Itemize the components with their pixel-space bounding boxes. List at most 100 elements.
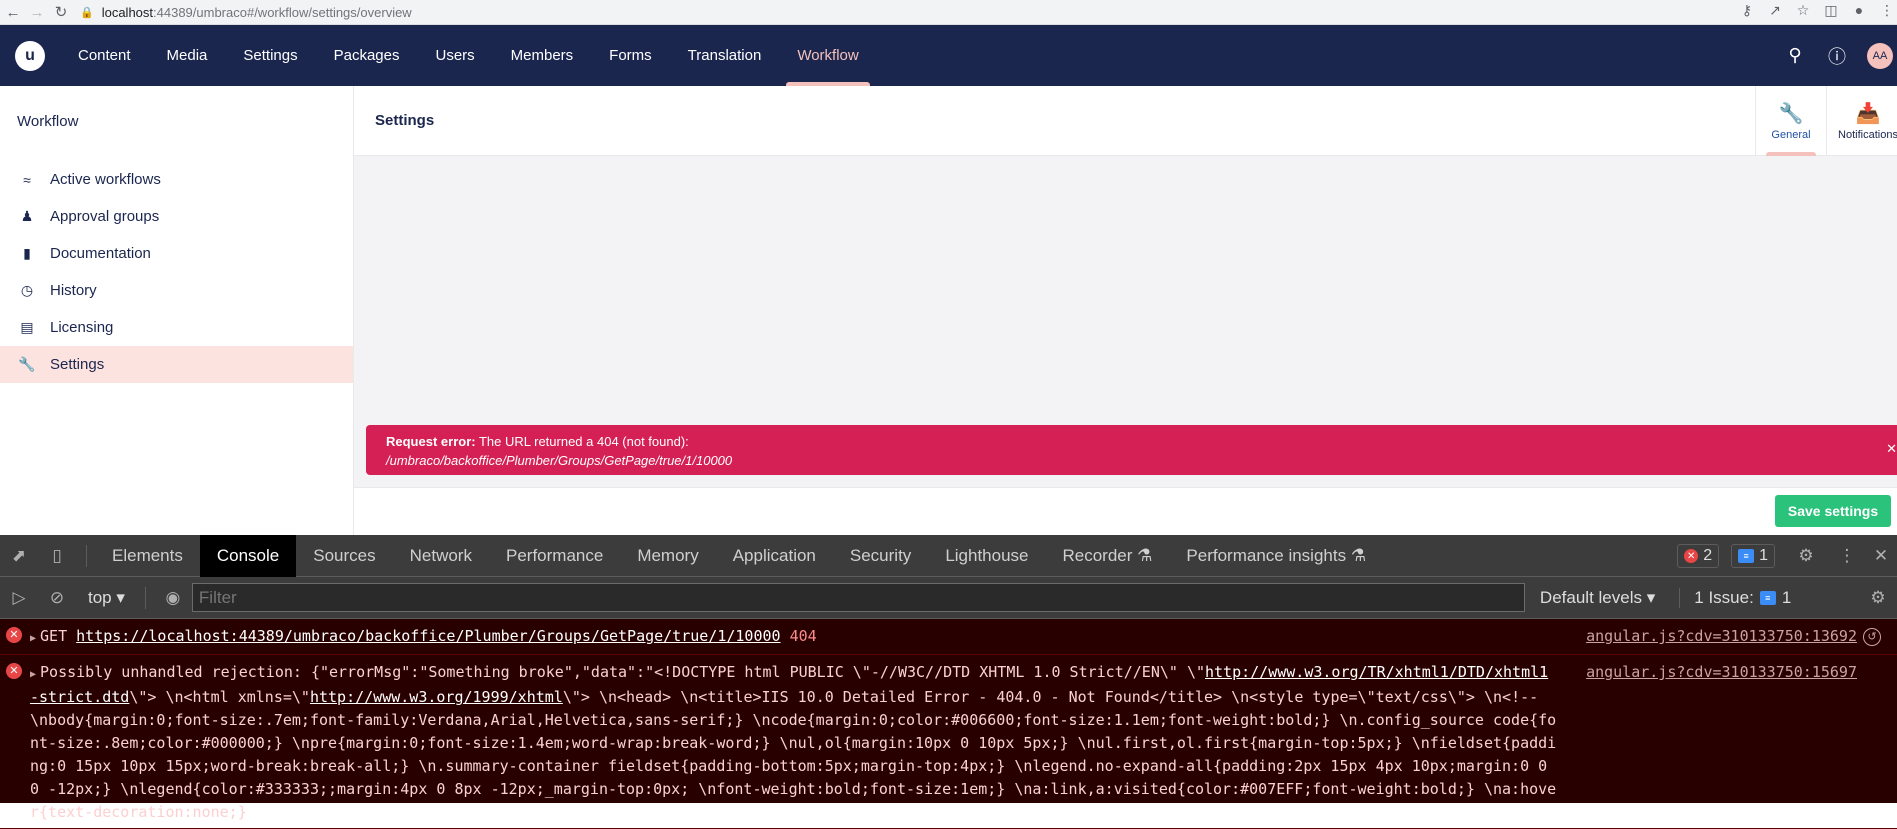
sidepanel-icon[interactable]: ◫ bbox=[1821, 2, 1841, 19]
tab-console[interactable]: Console bbox=[199, 534, 297, 577]
back-icon[interactable]: ← bbox=[2, 1, 24, 23]
save-settings-button[interactable]: Save settings bbox=[1775, 495, 1891, 527]
close-icon[interactable]: ✕ bbox=[1886, 439, 1897, 458]
section-nav: Content Media Settings Packages Users Me… bbox=[67, 25, 884, 86]
error-count-badge[interactable]: ✕ 2 bbox=[1677, 544, 1720, 568]
filter-input[interactable] bbox=[191, 583, 1525, 612]
expand-icon[interactable]: ▶ bbox=[30, 669, 36, 680]
eye-icon[interactable]: ◉ bbox=[154, 588, 192, 608]
star-icon[interactable]: ☆ bbox=[1793, 2, 1813, 19]
levels-value: Default levels bbox=[1539, 587, 1642, 607]
tab-performance[interactable]: Performance bbox=[489, 535, 620, 577]
error-text: Possibly unhandled rejection: {"errorMsg… bbox=[40, 663, 1205, 681]
inbox-icon: 📥 bbox=[1855, 103, 1881, 125]
tab-recorder[interactable]: Recorder ⚗ bbox=[1046, 535, 1170, 577]
log-levels-select[interactable]: Default levels ▾ bbox=[1540, 588, 1655, 608]
error-icon: ✕ bbox=[6, 627, 22, 643]
source-link[interactable]: angular.js?cdv=310133750:13692 bbox=[1582, 625, 1857, 648]
error-count: 2 bbox=[1703, 547, 1713, 564]
tree-item-active-workflows[interactable]: ≈ Active workflows bbox=[0, 161, 353, 198]
tree-title[interactable]: Workflow bbox=[17, 113, 78, 130]
network-icon[interactable]: ↺ bbox=[1863, 628, 1881, 646]
workflow-icon: ≈ bbox=[23, 171, 31, 188]
message-count-badge[interactable]: ≡ 1 bbox=[1731, 544, 1775, 568]
help-icon[interactable]: ⓘ bbox=[1825, 43, 1849, 69]
wrench-icon: 🔧 bbox=[18, 356, 36, 372]
tree-item-label: History bbox=[50, 282, 97, 299]
section-members[interactable]: Members bbox=[500, 25, 585, 86]
menu-icon[interactable]: ⋮ bbox=[1877, 2, 1897, 19]
reload-icon[interactable]: ↻ bbox=[50, 1, 72, 23]
device-toolbar-icon[interactable]: ▯ bbox=[38, 546, 76, 566]
lock-icon: 🔒 bbox=[80, 6, 94, 19]
address-bar[interactable]: 🔒 localhost:44389/umbraco#/workflow/sett… bbox=[80, 1, 1640, 23]
source-link[interactable]: angular.js?cdv=310133750:15697 bbox=[1582, 661, 1857, 684]
section-translation[interactable]: Translation bbox=[677, 25, 773, 86]
editor-panel: Settings 🔧 General 📥 Notifications Reque… bbox=[354, 86, 1897, 535]
tab-sources[interactable]: Sources bbox=[296, 535, 392, 577]
section-media[interactable]: Media bbox=[156, 25, 219, 86]
tab-network[interactable]: Network bbox=[393, 535, 489, 577]
error-icon: ✕ bbox=[6, 663, 22, 679]
section-users[interactable]: Users bbox=[424, 25, 485, 86]
url-path: :44389/umbraco#/workflow/settings/overvi… bbox=[153, 4, 412, 20]
flask-icon: ⚗ bbox=[1137, 545, 1153, 565]
tab-elements[interactable]: Elements bbox=[95, 535, 200, 577]
more-icon[interactable]: ⋮ bbox=[1837, 546, 1857, 566]
key-icon[interactable]: ⚷ bbox=[1737, 2, 1757, 19]
issues-count: 1 bbox=[1781, 587, 1792, 607]
gear-icon[interactable]: ⚙ bbox=[1787, 546, 1825, 566]
tree-item-history[interactable]: ◷ History bbox=[0, 272, 353, 309]
status-code: 404 bbox=[789, 627, 817, 645]
profile-icon[interactable]: ● bbox=[1849, 2, 1869, 19]
forward-icon[interactable]: → bbox=[26, 1, 48, 23]
license-icon: ▤ bbox=[20, 319, 34, 335]
umbraco-logo[interactable]: u bbox=[15, 40, 45, 71]
context-select[interactable]: top ▾ bbox=[88, 588, 125, 608]
tab-application[interactable]: Application bbox=[716, 535, 833, 577]
request-method: GET bbox=[40, 627, 68, 645]
tree-item-licensing[interactable]: ▤ Licensing bbox=[0, 309, 353, 346]
book-icon: ▮ bbox=[23, 245, 31, 261]
tab-memory[interactable]: Memory bbox=[620, 535, 715, 577]
console-error-row[interactable]: ✕ ▶ GET https://localhost:44389/umbraco/b… bbox=[0, 619, 1897, 655]
page-title: Settings bbox=[375, 112, 435, 129]
issues-label: 1 Issue: bbox=[1694, 587, 1754, 607]
request-url-link[interactable]: https://localhost:44389/umbraco/backoffi… bbox=[76, 627, 780, 645]
section-settings[interactable]: Settings bbox=[232, 25, 308, 86]
share-icon[interactable]: ↗ bbox=[1765, 2, 1785, 19]
section-content[interactable]: Content bbox=[67, 25, 142, 86]
tree-item-approval-groups[interactable]: ♟ Approval groups bbox=[0, 198, 353, 235]
expand-icon[interactable]: ▶ bbox=[30, 633, 36, 644]
message-count: 1 bbox=[1759, 547, 1768, 564]
avatar[interactable]: AA bbox=[1867, 42, 1893, 69]
tree-item-documentation[interactable]: ▮ Documentation bbox=[0, 235, 353, 272]
editor-footer: Save settings bbox=[354, 487, 1897, 535]
issues-button[interactable]: 1 Issue: ≡ 1 bbox=[1679, 587, 1792, 608]
error-text: \"> \n<html xmlns=\" bbox=[129, 688, 310, 706]
xmlns-link[interactable]: http://www.w3.org/1999/xhtml bbox=[310, 688, 563, 706]
tab-general[interactable]: 🔧 General bbox=[1755, 86, 1827, 156]
tree-item-label: Settings bbox=[50, 356, 105, 373]
console-output: ✕ ▶ GET https://localhost:44389/umbraco/b… bbox=[0, 619, 1897, 829]
tree-item-label: Active workflows bbox=[50, 171, 161, 188]
console-toolbar: ▷ ⊘ top ▾ ◉ Default levels ▾ 1 Issue: ≡1 … bbox=[0, 577, 1897, 619]
tree-item-settings[interactable]: 🔧 Settings bbox=[0, 346, 353, 383]
tab-notifications[interactable]: 📥 Notifications bbox=[1828, 86, 1897, 156]
error-message: The URL returned a 404 (not found): bbox=[478, 434, 689, 449]
close-icon[interactable]: ✕ bbox=[1869, 546, 1893, 566]
clear-console-icon[interactable]: ⊘ bbox=[38, 588, 76, 608]
search-icon[interactable]: ⚲ bbox=[1783, 45, 1807, 66]
tree-sidebar: Workflow ≈ Active workflows ♟ Approval g… bbox=[0, 86, 354, 535]
section-workflow[interactable]: Workflow bbox=[786, 25, 871, 86]
section-packages[interactable]: Packages bbox=[323, 25, 411, 86]
tab-label: Notifications bbox=[1838, 129, 1897, 141]
tab-lighthouse[interactable]: Lighthouse bbox=[928, 535, 1045, 577]
editor-header: Settings 🔧 General 📥 Notifications bbox=[354, 86, 1897, 156]
inspect-icon[interactable]: ⬈ bbox=[0, 546, 38, 566]
section-forms[interactable]: Forms bbox=[598, 25, 663, 86]
tab-security[interactable]: Security bbox=[833, 535, 928, 577]
tab-performance-insights[interactable]: Performance insights ⚗ bbox=[1169, 535, 1383, 577]
gear-icon[interactable]: ⚙ bbox=[1859, 588, 1897, 608]
sidebar-toggle-icon[interactable]: ▷ bbox=[0, 588, 38, 608]
